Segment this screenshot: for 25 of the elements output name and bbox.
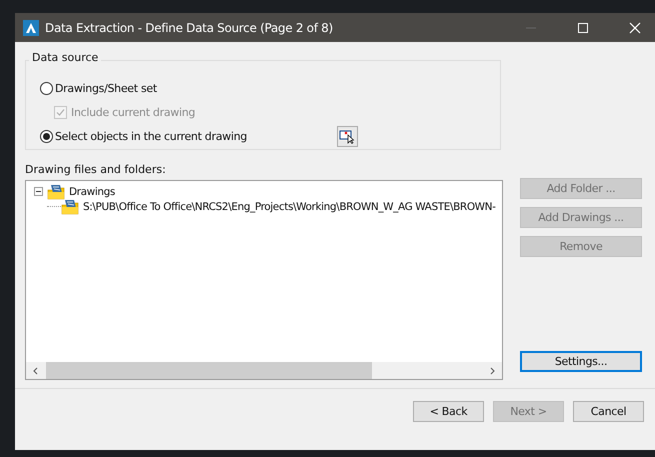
group-label: Data source	[29, 51, 102, 64]
scroll-thumb[interactable]	[46, 362, 372, 379]
footer-button[interactable]: Cancel	[573, 401, 644, 422]
footer-button[interactable]: < Back	[413, 401, 484, 422]
app-logo-icon	[23, 20, 39, 36]
option-label: Include current drawing	[71, 106, 196, 118]
option-label: Select objects in the current drawing	[55, 130, 247, 142]
window-title: Data Extraction - Define Data Source (Page 2 of 8)	[45, 20, 333, 34]
files-label: Drawing files and folders:	[25, 163, 167, 176]
collapse-toggle[interactable]	[34, 187, 43, 196]
drawing-folder-icon	[61, 198, 79, 214]
radio-button[interactable]	[40, 130, 53, 142]
tree-item[interactable]: S:\PUB\Office To Office\NRCS2\Eng_Projects\Working\BROWN_W_AG WASTE\BROWN-	[83, 200, 496, 212]
maximize-icon[interactable]	[577, 22, 589, 34]
select-cursor-icon	[339, 128, 356, 144]
horizontal-scrollbar[interactable]	[26, 362, 502, 379]
select-objects-button[interactable]	[336, 126, 358, 146]
close-icon[interactable]	[629, 22, 641, 34]
drawing-folder-icon	[47, 184, 65, 200]
option-label: Drawings/Sheet set	[55, 82, 157, 94]
scroll-left-icon[interactable]	[32, 366, 40, 374]
scroll-right-icon[interactable]	[488, 366, 496, 374]
settings-button[interactable]: Settings...	[520, 351, 642, 372]
radio-button[interactable]	[40, 82, 53, 94]
tree-item[interactable]: Drawings	[69, 186, 115, 198]
